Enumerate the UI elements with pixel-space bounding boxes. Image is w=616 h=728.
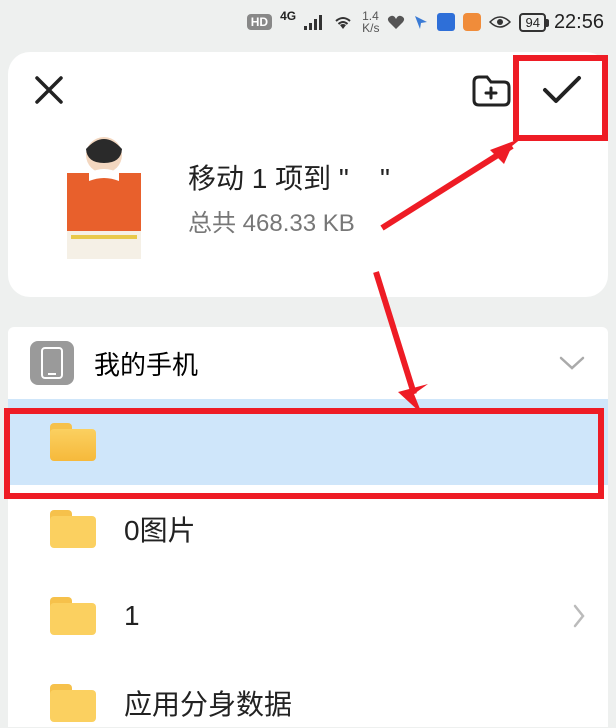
check-icon <box>540 73 584 107</box>
move-dialog-card: 移动 1 项到 " " 总共 468.33 KB <box>8 52 608 297</box>
folder-label: 1 <box>124 600 544 632</box>
move-subtitle: 总共 468.33 KB <box>188 203 390 238</box>
phone-icon <box>30 341 74 385</box>
confirm-button[interactable] <box>540 73 584 112</box>
thumbnail <box>44 133 164 261</box>
toolbar <box>8 52 608 121</box>
new-folder-icon <box>470 72 512 108</box>
app-badge-1 <box>437 13 455 31</box>
folder-icon <box>50 684 96 722</box>
move-title: 移动 1 项到 " " <box>188 157 390 197</box>
folder-label: 应用分身数据 <box>124 683 586 723</box>
location-icon <box>413 14 429 30</box>
move-info-text: 移动 1 项到 " " 总共 468.33 KB <box>188 157 390 238</box>
folder-list: 0图片 1 应用分身数据 <box>8 399 608 727</box>
new-folder-button[interactable] <box>470 72 512 113</box>
chevron-right-icon <box>572 603 586 629</box>
network-type: 4G <box>280 9 296 23</box>
heart-icon <box>387 14 405 30</box>
chevron-down-icon <box>558 355 586 371</box>
folder-item[interactable]: 1 <box>8 573 608 659</box>
hd-badge: HD <box>247 14 272 30</box>
clock: 22:56 <box>554 11 604 34</box>
folder-item[interactable]: 0图片 <box>8 485 608 573</box>
wifi-icon <box>332 14 354 30</box>
net-speed: 1.4K/s <box>362 10 379 34</box>
signal-icon <box>304 14 324 30</box>
move-info: 移动 1 项到 " " 总共 468.33 KB <box>8 121 608 297</box>
folder-item[interactable]: 应用分身数据 <box>8 659 608 727</box>
eye-icon <box>489 15 511 29</box>
breadcrumb-label: 我的手机 <box>94 345 538 382</box>
folder-icon <box>50 597 96 635</box>
breadcrumb-root[interactable]: 我的手机 <box>8 327 608 399</box>
app-badge-2 <box>463 13 481 31</box>
close-icon <box>32 73 66 107</box>
folder-label: 0图片 <box>124 509 586 549</box>
folder-icon <box>50 510 96 548</box>
folder-item-selected[interactable] <box>8 399 608 485</box>
folder-icon <box>50 423 96 461</box>
close-button[interactable] <box>32 73 66 112</box>
status-bar: HD 4G 1.4K/s 94 22:56 <box>0 0 616 44</box>
battery-indicator: 94 <box>519 13 545 32</box>
